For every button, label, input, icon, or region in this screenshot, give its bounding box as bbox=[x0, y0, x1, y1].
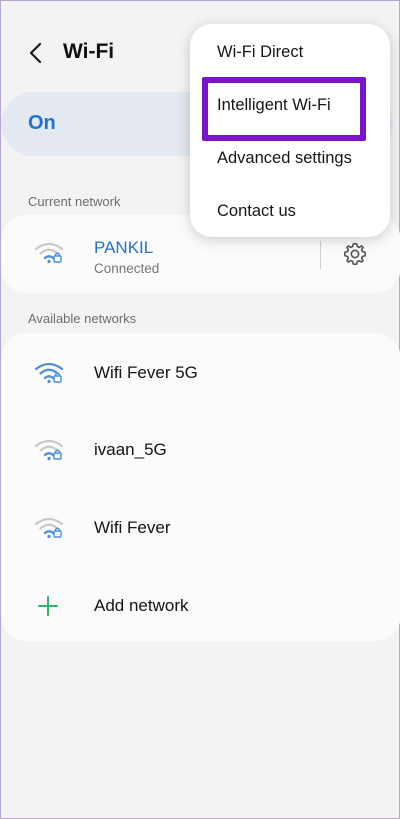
chevron-left-icon[interactable] bbox=[25, 41, 49, 65]
menu-item-wifi-direct[interactable]: Wi-Fi Direct bbox=[217, 43, 303, 62]
network-name: ivaan_5G bbox=[94, 440, 167, 459]
highlight-box bbox=[202, 77, 366, 141]
menu-item-contact-us[interactable]: Contact us bbox=[217, 202, 296, 221]
plus-icon bbox=[38, 596, 58, 616]
wifi-state-label: On bbox=[28, 112, 56, 134]
wifi-weak-lock-icon bbox=[34, 242, 64, 264]
wifi-weak-lock-icon bbox=[34, 439, 64, 461]
vertical-divider bbox=[320, 241, 321, 269]
current-network-name: PANKIL bbox=[94, 238, 154, 257]
network-name: Wifi Fever bbox=[94, 518, 171, 537]
current-network-status: Connected bbox=[94, 261, 160, 276]
section-title-current-network: Current network bbox=[28, 194, 121, 209]
menu-item-advanced-settings[interactable]: Advanced settings bbox=[217, 149, 352, 168]
gear-icon[interactable] bbox=[342, 241, 368, 267]
add-network-label: Add network bbox=[94, 596, 189, 615]
network-name: Wifi Fever 5G bbox=[94, 363, 198, 382]
wifi-settings-screen: Wi-Fi On Current network PANKIL Connecte… bbox=[0, 0, 400, 819]
page-title: Wi-Fi bbox=[63, 40, 115, 63]
wifi-weak-lock-icon bbox=[34, 517, 64, 539]
section-title-available-networks: Available networks bbox=[28, 311, 137, 326]
wifi-strong-lock-icon bbox=[34, 362, 64, 384]
